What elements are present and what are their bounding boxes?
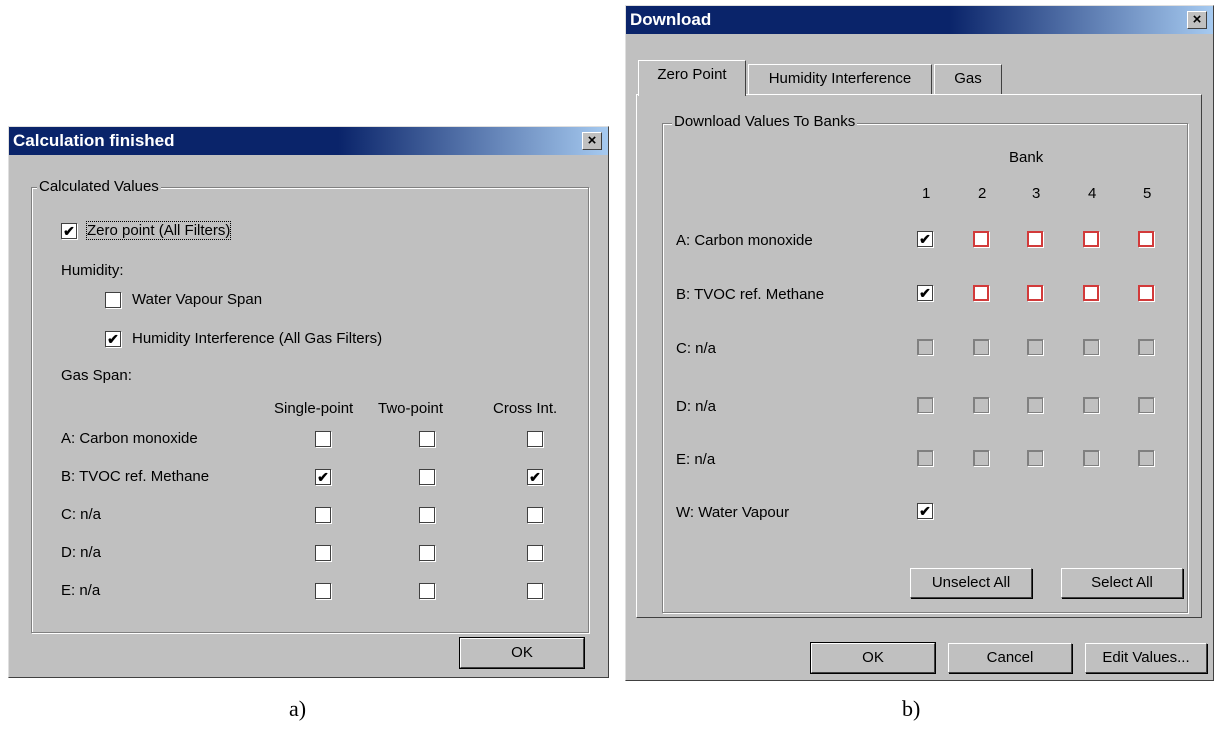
cross-int-checkbox[interactable] [527, 431, 543, 447]
tab-gas[interactable]: Gas [934, 64, 1002, 94]
cross-int-checkbox[interactable]: ✔ [527, 469, 543, 485]
download-titlebar: Download × [626, 6, 1213, 34]
bank-1-checkbox[interactable]: ✔ [917, 503, 933, 519]
calc-close-icon[interactable]: × [582, 132, 602, 150]
water-vapour-span-label: Water Vapour Span [132, 291, 263, 308]
bank-3-checkbox [1027, 450, 1043, 466]
single-point-checkbox[interactable]: ✔ [315, 469, 331, 485]
bank-row-label: C: n/a [676, 340, 717, 357]
col-two-point: Two-point [378, 400, 444, 417]
bank-number: 4 [1088, 185, 1097, 202]
bank-1-checkbox[interactable]: ✔ [917, 231, 933, 247]
unselect-all-button[interactable]: Unselect All [910, 568, 1032, 598]
humidity-interference-checkbox[interactable]: ✔ [105, 331, 121, 347]
zero-point-checkbox[interactable]: ✔ [61, 223, 77, 239]
humidity-interference-label: Humidity Interference (All Gas Filters) [132, 330, 383, 347]
bank-2-checkbox[interactable] [973, 231, 989, 247]
bank-3-checkbox[interactable] [1027, 231, 1043, 247]
cross-int-checkbox[interactable] [527, 507, 543, 523]
bank-5-checkbox [1138, 397, 1154, 413]
bank-4-checkbox[interactable] [1083, 231, 1099, 247]
download-close-icon[interactable]: × [1187, 11, 1207, 29]
bank-5-checkbox [1138, 339, 1154, 355]
cross-int-checkbox[interactable] [527, 545, 543, 561]
bank-4-checkbox [1083, 339, 1099, 355]
bank-2-checkbox [973, 397, 989, 413]
calc-title: Calculation finished [13, 131, 175, 150]
select-all-button[interactable]: Select All [1061, 568, 1183, 598]
calc-titlebar: Calculation finished × [9, 127, 608, 155]
cross-int-checkbox[interactable] [527, 583, 543, 599]
download-dialog: Download × Zero Point Humidity Interfere… [625, 5, 1214, 681]
caption-b: b) [902, 696, 921, 721]
bank-3-checkbox[interactable] [1027, 285, 1043, 301]
bank-2-checkbox[interactable] [973, 285, 989, 301]
download-ok-button[interactable]: OK [810, 642, 936, 674]
bank-number: 1 [922, 185, 931, 202]
gas-span-label: Gas Span: [61, 367, 132, 384]
calc-ok-button[interactable]: OK [459, 637, 585, 669]
bank-1-checkbox[interactable]: ✔ [917, 285, 933, 301]
download-values-label: Download Values To Banks [672, 113, 858, 130]
water-vapour-span-checkbox[interactable] [105, 292, 121, 308]
zero-point-label: Zero point (All Filters) [85, 221, 232, 240]
two-point-checkbox[interactable] [419, 469, 435, 485]
two-point-checkbox[interactable] [419, 507, 435, 523]
bank-number: 2 [978, 185, 987, 202]
gas-span-row-label: E: n/a [61, 582, 101, 599]
bank-number: 3 [1032, 185, 1041, 202]
bank-row-label: B: TVOC ref. Methane [676, 286, 825, 303]
single-point-checkbox[interactable] [315, 583, 331, 599]
single-point-checkbox[interactable] [315, 507, 331, 523]
calculation-finished-dialog: Calculation finished × Calculated Values… [8, 126, 609, 678]
edit-values-button[interactable]: Edit Values... [1085, 643, 1207, 673]
single-point-checkbox[interactable] [315, 545, 331, 561]
bank-3-checkbox [1027, 397, 1043, 413]
bank-4-checkbox[interactable] [1083, 285, 1099, 301]
gas-span-row-label: C: n/a [61, 506, 102, 523]
calculated-values-label: Calculated Values [37, 178, 161, 195]
download-title: Download [630, 10, 712, 29]
bank-label: Bank [1009, 149, 1044, 166]
bank-4-checkbox [1083, 397, 1099, 413]
bank-2-checkbox [973, 339, 989, 355]
bank-5-checkbox[interactable] [1138, 285, 1154, 301]
two-point-checkbox[interactable] [419, 545, 435, 561]
two-point-checkbox[interactable] [419, 431, 435, 447]
bank-1-checkbox [917, 450, 933, 466]
gas-span-row-label: A: Carbon monoxide [61, 430, 198, 447]
bank-2-checkbox [973, 450, 989, 466]
bank-number: 5 [1143, 185, 1152, 202]
bank-4-checkbox [1083, 450, 1099, 466]
bank-3-checkbox [1027, 339, 1043, 355]
bank-1-checkbox [917, 339, 933, 355]
gas-span-row-label: B: TVOC ref. Methane [61, 468, 210, 485]
humidity-label: Humidity: [61, 262, 124, 279]
bank-row-label: D: n/a [676, 398, 717, 415]
col-cross-int: Cross Int. [493, 400, 558, 417]
bank-row-label: E: n/a [676, 451, 716, 468]
bank-5-checkbox[interactable] [1138, 231, 1154, 247]
tab-zero-point[interactable]: Zero Point [638, 60, 746, 96]
tab-humidity-interference[interactable]: Humidity Interference [748, 64, 932, 94]
col-single-point: Single-point [274, 400, 354, 417]
bank-5-checkbox [1138, 450, 1154, 466]
bank-row-label: A: Carbon monoxide [676, 232, 813, 249]
bank-row-label: W: Water Vapour [676, 504, 790, 521]
download-cancel-button[interactable]: Cancel [948, 643, 1072, 673]
caption-a: a) [289, 696, 307, 721]
bank-1-checkbox [917, 397, 933, 413]
gas-span-row-label: D: n/a [61, 544, 102, 561]
single-point-checkbox[interactable] [315, 431, 331, 447]
two-point-checkbox[interactable] [419, 583, 435, 599]
